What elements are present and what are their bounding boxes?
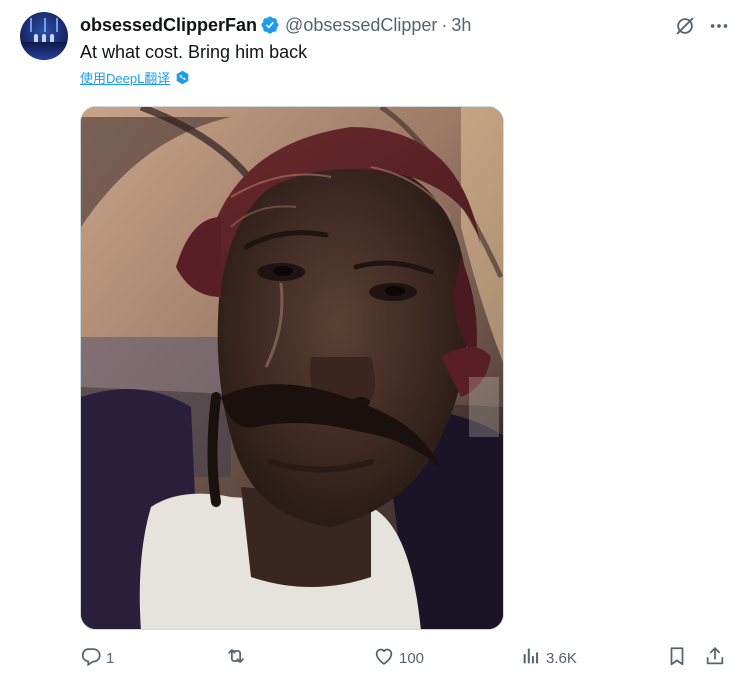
avatar-stage (20, 42, 68, 60)
display-name[interactable]: obsessedClipperFan (80, 15, 257, 36)
tweet-card[interactable]: obsessedClipperFan @obsessedClipper · 3h (0, 0, 745, 681)
bookmark-button[interactable] (666, 644, 688, 672)
more-icon[interactable] (707, 14, 731, 38)
tweet-top-actions (663, 14, 731, 38)
views-count: 3.6K (546, 649, 577, 667)
like-icon (373, 645, 395, 672)
crying-man-photo (81, 107, 503, 629)
translate-label[interactable]: 使用DeepL翻译 (80, 68, 170, 87)
views-button[interactable]: 3.6K (520, 644, 577, 672)
share-icon (704, 645, 726, 672)
views-icon (520, 645, 542, 672)
like-button[interactable]: 100 (373, 644, 424, 672)
avatar-light (30, 18, 32, 32)
reply-count: 1 (106, 649, 115, 667)
tweet-text: At what cost. Bring him back (80, 42, 308, 62)
bookmark-icon (666, 645, 688, 672)
grok-icon[interactable] (673, 14, 697, 38)
reply-button[interactable]: 1 (80, 644, 114, 672)
reply-icon (80, 645, 102, 672)
repost-button[interactable] (225, 644, 251, 672)
user-handle[interactable]: @obsessedClipper (285, 15, 437, 36)
tweet-header: obsessedClipperFan @obsessedClipper · 3h (80, 13, 471, 37)
avatar-light (56, 18, 58, 32)
separator-dot: · (441, 14, 448, 35)
avatar[interactable] (20, 12, 68, 60)
repost-icon (225, 645, 247, 672)
translate-icon (175, 70, 190, 85)
like-count: 100 (399, 649, 425, 667)
translate-link[interactable]: 使用DeepL翻译 (80, 68, 190, 87)
tweet-media-image[interactable] (80, 106, 504, 630)
share-button[interactable] (704, 644, 726, 672)
avatar-light (44, 18, 46, 32)
verified-badge-icon (260, 15, 280, 35)
timestamp[interactable]: 3h (451, 15, 471, 36)
tweet-actions: 1 100 3.6K (80, 644, 730, 672)
